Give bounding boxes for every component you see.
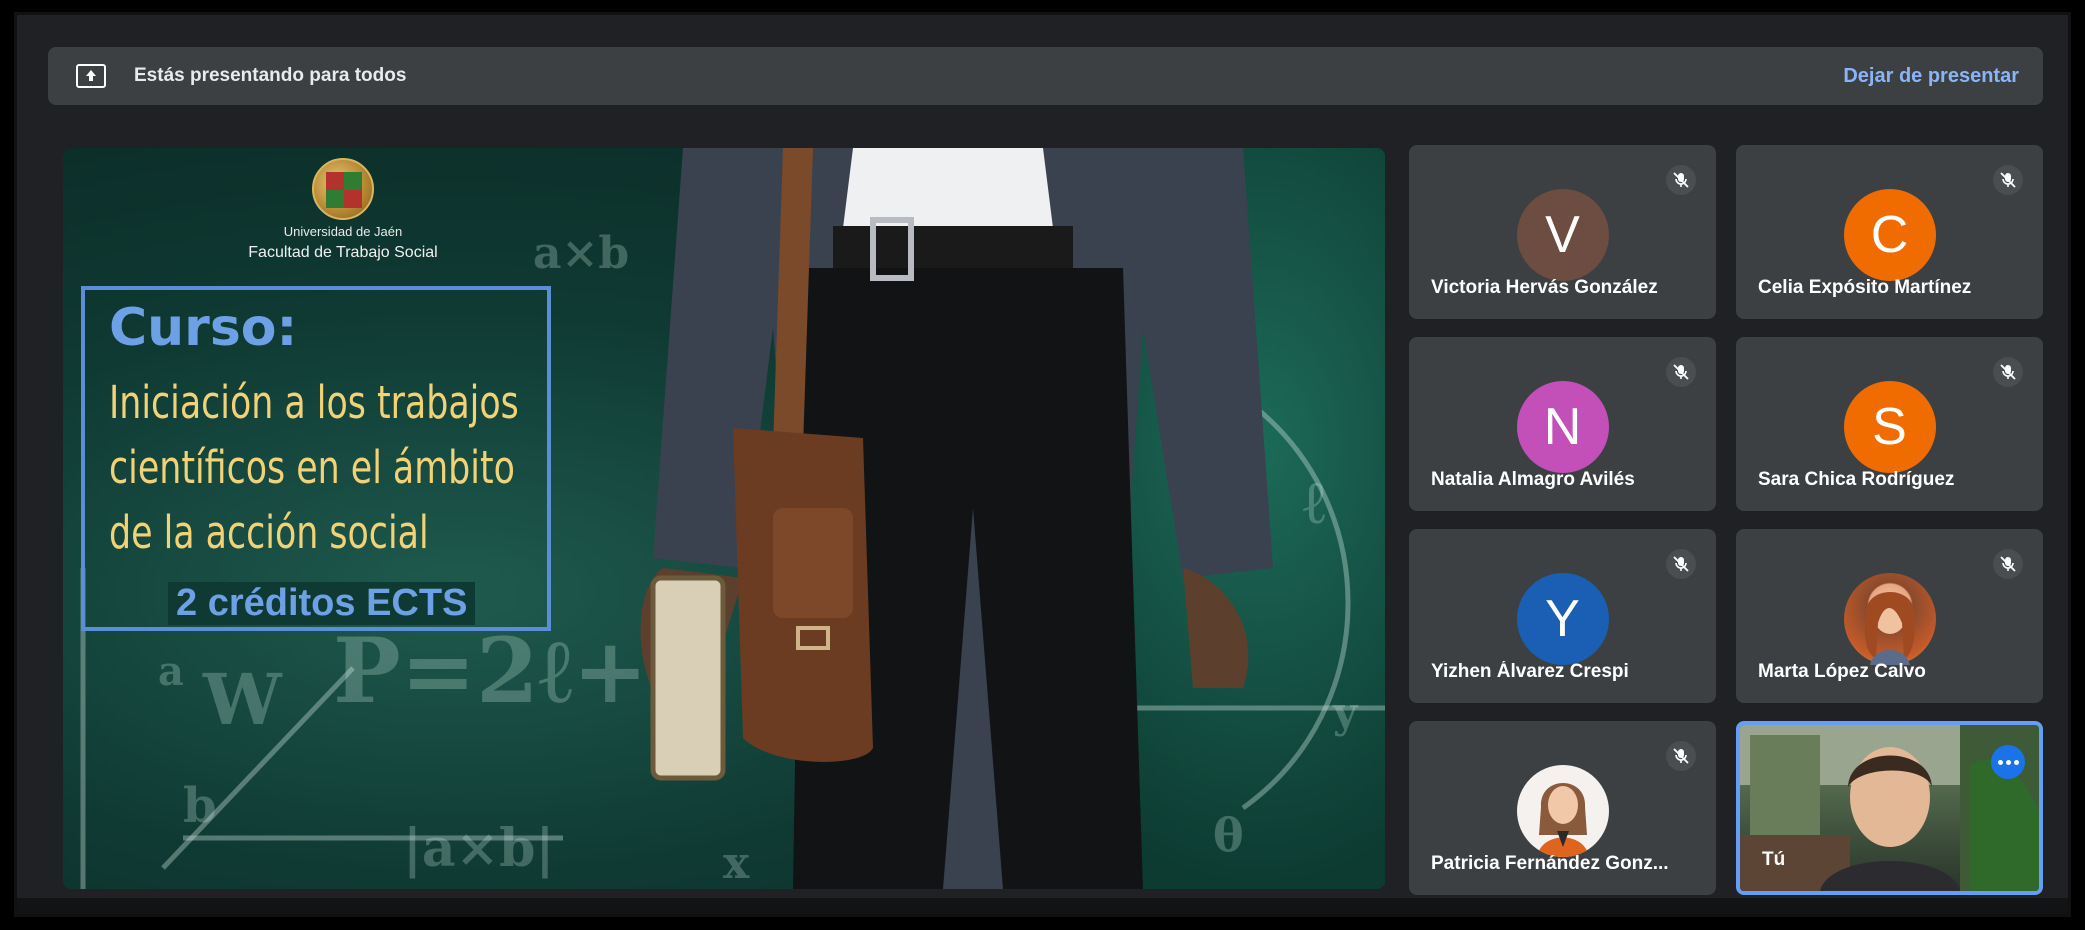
course-credits: 2 créditos ECTS — [168, 582, 476, 625]
presenter-photo — [640, 148, 1273, 889]
participant-name: Yizhen Álvarez Crespi — [1431, 661, 1629, 682]
avatar-photo — [1516, 765, 1609, 857]
course-title-line: de la acción social — [109, 506, 429, 559]
presenting-status-text: Estás presentando para todos — [134, 65, 407, 86]
avatar-photo — [1843, 573, 1936, 665]
participant-name: Marta López Calvo — [1758, 661, 1926, 682]
university-seal-icon — [312, 158, 374, 220]
presenting-banner: Estás presentando para todos Dejar de pr… — [48, 47, 2043, 105]
bottom-strip — [17, 898, 2068, 914]
shared-screen: P=2ℓ+2 W a b |a×b| x y ℓ a×b θ Universid… — [63, 148, 1385, 889]
avatar: V — [1516, 189, 1609, 281]
course-label: Curso: — [109, 298, 298, 358]
mic-off-icon — [1666, 741, 1696, 771]
participant-name: Sara Chica Rodríguez — [1758, 469, 1955, 490]
avatar: C — [1843, 189, 1936, 281]
participant-name: Victoria Hervás González — [1431, 277, 1658, 298]
course-title-line: Iniciación a los trabajos — [109, 376, 519, 429]
present-screen-icon — [76, 64, 106, 88]
participant-tile[interactable]: Y Yizhen Álvarez Crespi — [1409, 529, 1716, 703]
participant-name: Patricia Fernández Gonz... — [1431, 853, 1669, 874]
mic-off-icon — [1993, 357, 2023, 387]
mic-off-icon — [1993, 165, 2023, 195]
course-title-line: científicos en el ámbito — [109, 441, 515, 494]
university-logo: Universidad de Jaén Facultad de Trabajo … — [243, 158, 443, 262]
avatar: Y — [1516, 573, 1609, 665]
participant-tile[interactable]: Marta López Calvo — [1736, 529, 2043, 703]
participant-tile[interactable]: N Natalia Almagro Avilés — [1409, 337, 1716, 511]
participant-name: Natalia Almagro Avilés — [1431, 469, 1635, 490]
mic-off-icon — [1666, 357, 1696, 387]
more-options-button[interactable] — [1991, 745, 2025, 779]
stop-presenting-button[interactable]: Dejar de presentar — [1843, 65, 2019, 88]
participant-tile[interactable]: Patricia Fernández Gonz... — [1409, 721, 1716, 895]
mic-off-icon — [1993, 549, 2023, 579]
participant-name: Celia Expósito Martínez — [1758, 277, 1972, 298]
avatar: S — [1843, 381, 1936, 473]
university-name: Universidad de Jaén — [283, 224, 403, 239]
mic-off-icon — [1666, 549, 1696, 579]
faculty-name: Facultad de Trabajo Social — [248, 244, 438, 261]
participant-tile[interactable]: C Celia Expósito Martínez — [1736, 145, 2043, 319]
self-video-tile[interactable]: Tú — [1736, 721, 2043, 895]
course-title: Iniciación a los trabajos científicos en… — [109, 370, 519, 565]
participant-tile[interactable]: S Sara Chica Rodríguez — [1736, 337, 2043, 511]
participant-name: Tú — [1762, 849, 1786, 870]
participant-tile[interactable]: V Victoria Hervás González — [1409, 145, 1716, 319]
mic-off-icon — [1666, 165, 1696, 195]
avatar: N — [1516, 381, 1609, 473]
